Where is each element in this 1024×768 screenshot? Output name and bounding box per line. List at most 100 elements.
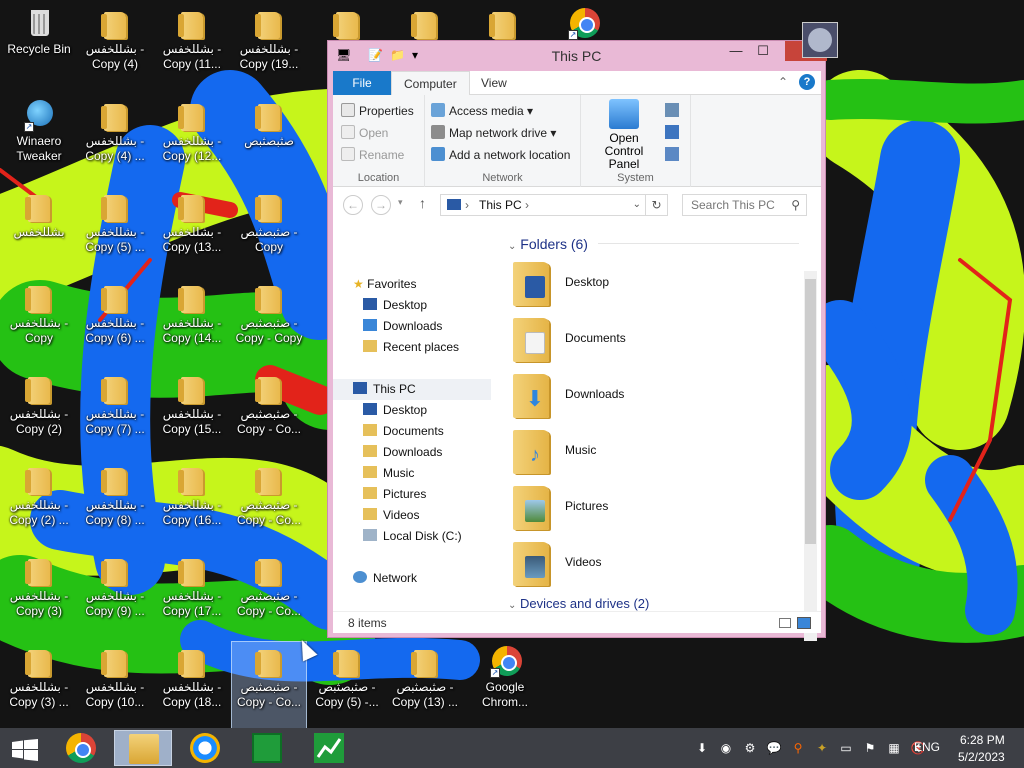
desktop-icon-13[interactable]: بشللخفس - Copy (6) ...	[78, 278, 152, 364]
desktop-icon-0[interactable]: Recycle Bin	[2, 4, 76, 90]
nav-pc-downloads[interactable]: Downloads	[363, 442, 442, 463]
nav-pc-documents[interactable]: Documents	[363, 421, 444, 442]
desktop-icon-1[interactable]: بشللخفس - Copy (4)	[78, 4, 152, 90]
forward-button[interactable]: →	[371, 195, 391, 215]
folder-music[interactable]: ♪ Music	[505, 426, 785, 478]
folders-group-header[interactable]: ⌄ Folders (6)	[508, 236, 588, 252]
cat-app-icon[interactable]: ✦	[814, 740, 830, 756]
desktop-icon-30[interactable]: بشللخفس - Copy (18...	[155, 642, 229, 728]
nav-fav-desktop[interactable]: Desktop	[363, 295, 427, 316]
folder-videos[interactable]: Videos	[505, 538, 785, 590]
chrome-tray-icon[interactable]: ◉	[718, 740, 734, 756]
start-button[interactable]	[0, 730, 52, 766]
nav-this-pc[interactable]: This PC	[333, 379, 491, 400]
address-dropdown-icon[interactable]: ⌄	[633, 195, 641, 215]
breadcrumb[interactable]: This PC	[479, 198, 522, 212]
desktop-icon-10[interactable]: بشللخفس - Copy (13...	[155, 187, 229, 273]
desktop-icon-2[interactable]: بشللخفس - Copy (11...	[155, 4, 229, 90]
manage-icon[interactable]	[665, 147, 679, 161]
file-explorer-window[interactable]: 🖥 📝 📁 ▾ This PC — ☐ ✕ File Computer View…	[327, 40, 827, 641]
desktop-icon-18[interactable]: بشللخفس - Copy (15...	[155, 369, 229, 455]
title-bar[interactable]: 🖥 📝 📁 ▾ This PC — ☐ ✕	[328, 41, 827, 71]
desktop-icon-23[interactable]: صثبصثبص - Copy - Co...	[232, 460, 306, 546]
nav-pc-local-disk[interactable]: Local Disk (C:)	[363, 526, 462, 547]
desktop-icon-3[interactable]: بشللخفس - Copy (19...	[232, 4, 306, 90]
taskbar-file-explorer[interactable]	[114, 730, 172, 766]
taskbar-calculator[interactable]	[238, 730, 296, 766]
help-icon[interactable]: ?	[799, 74, 815, 90]
open-button[interactable]: Open	[341, 123, 388, 143]
search-tool-icon[interactable]: ⚲	[790, 740, 806, 756]
add-network-location-button[interactable]: Add a network location	[431, 145, 570, 165]
large-icons-view-icon[interactable]	[797, 617, 811, 629]
nav-fav-downloads[interactable]: Downloads	[363, 316, 442, 337]
desktop-icon-26[interactable]: بشللخفس - Copy (17...	[155, 551, 229, 637]
properties-button[interactable]: Properties	[341, 101, 414, 121]
folder-pictures[interactable]: Pictures	[505, 482, 785, 534]
address-field[interactable]: › This PC › ⌄	[440, 194, 646, 216]
taskbar-chart-app[interactable]	[300, 730, 358, 766]
nav-network[interactable]: Network	[353, 568, 417, 589]
recent-locations-icon[interactable]: ▾	[398, 197, 403, 208]
desktop-icon-7[interactable]: صثبصثبص	[232, 96, 306, 182]
desktop-icon-6[interactable]: بشللخفس - Copy (12...	[155, 96, 229, 182]
download-manager-icon[interactable]: ⬇	[694, 740, 710, 756]
rename-button[interactable]: Rename	[341, 145, 404, 165]
security-icon[interactable]: ⚙	[742, 740, 758, 756]
desktop-icon-14[interactable]: بشللخفس - Copy (14...	[155, 278, 229, 364]
desktop-icon-24[interactable]: بشللخفس - Copy (3)	[2, 551, 76, 637]
desktop-icon-21[interactable]: بشللخفس - Copy (8) ...	[78, 460, 152, 546]
details-view-icon[interactable]	[779, 618, 791, 628]
chat-icon[interactable]: 💬	[766, 740, 782, 756]
refresh-button[interactable]: ↻	[646, 194, 668, 216]
taskbar-chrome[interactable]	[52, 730, 110, 766]
desktop-icon-20[interactable]: بشللخفس - Copy (2) ...	[2, 460, 76, 546]
desktop-icon-29[interactable]: بشللخفس - Copy (10...	[78, 642, 152, 728]
desktop-icon-16[interactable]: بشللخفس - Copy (2)	[2, 369, 76, 455]
desktop-icon-4[interactable]: ↗ Winaero Tweaker	[2, 96, 76, 182]
maximize-button[interactable]: ☐	[748, 41, 778, 61]
tab-computer[interactable]: Computer	[391, 71, 470, 96]
clock-time[interactable]: 6:28 PM	[960, 733, 1005, 747]
network-tray-icon[interactable]: ▦	[886, 740, 902, 756]
desktop-icon-19[interactable]: صثبصثبص - Copy - Co...	[232, 369, 306, 455]
access-media-button[interactable]: Access media ▾	[431, 101, 533, 121]
clock-date[interactable]: 5/2/2023	[958, 750, 1005, 764]
scrollbar-thumb[interactable]	[805, 279, 816, 544]
uninstall-program-icon[interactable]	[665, 103, 679, 117]
desktop-icon-31[interactable]: صثبصثبص - Copy - Co...	[231, 641, 307, 729]
desktop-icon-27[interactable]: صثبصثبص - Copy - Co...	[232, 551, 306, 637]
nav-pc-music[interactable]: Music	[363, 463, 414, 484]
taskbar-app-viewer[interactable]	[176, 730, 234, 766]
desktop-icon-11[interactable]: صثبصثبص - Copy	[232, 187, 306, 273]
desktop-icon-8[interactable]: بشللخفس	[2, 187, 76, 273]
nav-pc-desktop[interactable]: Desktop	[363, 400, 427, 421]
desktop-icon-22[interactable]: بشللخفس - Copy (16...	[155, 460, 229, 546]
desktop-icon-15[interactable]: صثبصثبص - Copy - Copy	[232, 278, 306, 364]
devices-group-header[interactable]: ⌄ Devices and drives (2)	[508, 596, 649, 611]
nav-fav-recent-places[interactable]: Recent places	[363, 337, 459, 358]
nav-favorites[interactable]: ★ Favorites	[353, 274, 416, 295]
up-button[interactable]: ↑	[419, 195, 426, 211]
open-control-panel-button[interactable]: Open Control Panel	[589, 99, 659, 171]
collapse-ribbon-icon[interactable]: ⌃	[778, 75, 788, 89]
back-button[interactable]: ←	[343, 195, 363, 215]
nav-pc-pictures[interactable]: Pictures	[363, 484, 426, 505]
folder-documents[interactable]: Documents	[505, 314, 785, 366]
search-input[interactable]: Search This PC ⚲	[682, 194, 807, 216]
folder-downloads[interactable]: ⬇ Downloads	[505, 370, 785, 422]
action-center-flag-icon[interactable]: ⚑	[862, 740, 878, 756]
desktop-icon-28[interactable]: بشللخفس - Copy (3) ...	[2, 642, 76, 728]
drive-tray-icon[interactable]: ▭	[838, 740, 854, 756]
desktop-icon-25[interactable]: بشللخفس - Copy (9) ...	[78, 551, 152, 637]
tab-view[interactable]: View	[469, 71, 519, 95]
tab-file[interactable]: File	[333, 71, 391, 95]
desktop-icon-17[interactable]: بشللخفس - Copy (7) ...	[78, 369, 152, 455]
nav-pc-videos[interactable]: Videos	[363, 505, 419, 526]
system-properties-icon[interactable]	[665, 125, 679, 139]
folder-desktop[interactable]: Desktop	[505, 258, 785, 310]
minimize-button[interactable]: —	[721, 41, 751, 61]
desktop-icon-33[interactable]: صثبصثبص - Copy (13) ...	[388, 642, 462, 728]
desktop-icon-9[interactable]: بشللخفس - Copy (5) ...	[78, 187, 152, 273]
vertical-scrollbar[interactable]	[804, 271, 817, 641]
